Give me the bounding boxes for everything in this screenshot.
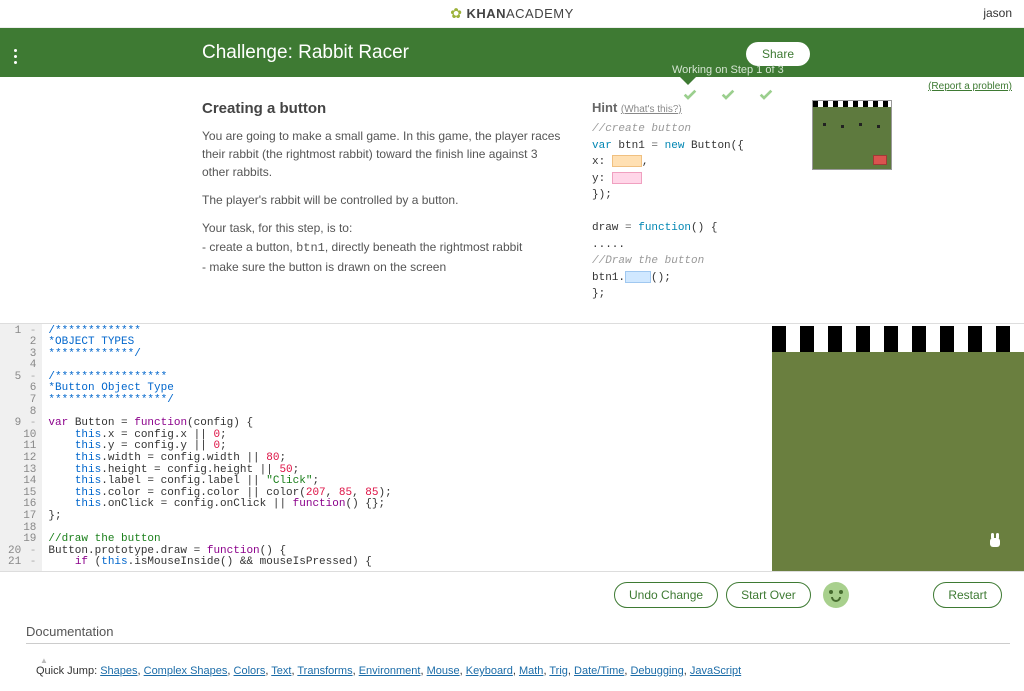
menu-dots-icon[interactable] — [14, 40, 32, 67]
rabbit-dot — [823, 123, 826, 126]
task-intro: Your task, for this step, is to: — [202, 219, 562, 238]
instructions-p1: You are going to make a small game. In t… — [202, 127, 562, 181]
code-content[interactable]: /**************OBJECT TYPES*************… — [42, 324, 772, 571]
top-bar: ✿ KHANACADEMY jason — [0, 0, 1024, 28]
line-gutter: 1 -2345 -6789 -1011121314151617181920 -2… — [0, 324, 42, 571]
rabbit-dot — [877, 125, 880, 128]
code-editor[interactable]: 1 -2345 -6789 -1011121314151617181920 -2… — [0, 324, 772, 571]
documentation-section: Documentation ▲ Quick Jump: Shapes, Comp… — [0, 624, 1024, 691]
quickjump-link[interactable]: Complex Shapes — [144, 665, 228, 677]
step-2[interactable] — [709, 81, 747, 107]
challenge-header: Challenge: Rabbit Racer Share Working on… — [0, 28, 1024, 77]
buddy-face-icon[interactable] — [823, 582, 849, 608]
quickjump-link[interactable]: Transforms — [297, 665, 352, 677]
challenge-title: Challenge: Rabbit Racer — [202, 42, 1010, 64]
step-1[interactable] — [671, 81, 709, 107]
quickjump-link[interactable]: Colors — [234, 665, 266, 677]
quickjump-link[interactable]: Date/Time — [574, 665, 624, 677]
logo-khan: KHAN — [466, 6, 506, 21]
quickjump-link[interactable]: JavaScript — [690, 665, 741, 677]
quickjump-label: Quick Jump: — [36, 665, 100, 677]
hint-code: //create button var btn1 = new Button({ … — [592, 121, 782, 303]
rabbit-dot — [841, 125, 844, 128]
task-1: - create a button, btn1, directly beneat… — [202, 238, 562, 258]
quickjump-link[interactable]: Debugging — [630, 665, 683, 677]
undo-change-button[interactable]: Undo Change — [614, 582, 718, 608]
triangle-icon: ▲ — [40, 656, 1010, 665]
hint-column: Hint (What's this?) //create button var … — [592, 100, 782, 303]
task-2: - make sure the button is drawn on the s… — [202, 258, 562, 277]
quickjump-link[interactable]: Mouse — [427, 665, 460, 677]
instructions-panel: Creating a button You are going to make … — [0, 92, 1024, 323]
checker-line-icon — [813, 101, 891, 107]
steps-progress: Working on Step 1 of 3 — [670, 64, 824, 108]
finish-line-icon — [772, 324, 1024, 352]
report-problem[interactable]: (Report a problem) — [0, 77, 1024, 92]
red-button-icon — [873, 155, 887, 165]
leaf-icon: ✿ — [450, 5, 462, 22]
documentation-title: Documentation — [26, 624, 1010, 644]
editor-area: 1 -2345 -6789 -1011121314151617181920 -2… — [0, 323, 1024, 572]
quickjump-link[interactable]: Shapes — [100, 665, 137, 677]
output-canvas[interactable] — [772, 324, 1024, 571]
start-over-button[interactable]: Start Over — [726, 582, 811, 608]
quick-jump: Quick Jump: Shapes, Complex Shapes, Colo… — [36, 665, 1010, 677]
restart-button[interactable]: Restart — [933, 582, 1002, 608]
blank-y[interactable] — [612, 172, 642, 184]
quickjump-link[interactable]: Environment — [359, 665, 421, 677]
instructions-p2: The player's rabbit will be controlled b… — [202, 191, 562, 209]
quickjump-link[interactable]: Keyboard — [466, 665, 513, 677]
instructions-heading: Creating a button — [202, 100, 562, 117]
action-row: Undo Change Start Over Restart — [0, 572, 1024, 618]
rabbit-icon — [990, 533, 1000, 547]
hint-title: Hint — [592, 100, 617, 115]
blank-x[interactable] — [612, 155, 642, 167]
quickjump-link[interactable]: Trig — [549, 665, 568, 677]
step-3[interactable] — [747, 81, 785, 107]
rabbit-dot — [859, 123, 862, 126]
preview-thumbnail — [812, 100, 892, 170]
quickjump-link[interactable]: Text — [271, 665, 291, 677]
quickjump-link[interactable]: Math — [519, 665, 543, 677]
steps-label: Working on Step 1 of 3 — [670, 64, 824, 76]
logo-academy: ACADEMY — [506, 6, 574, 21]
blank-method[interactable] — [625, 271, 651, 283]
task-list: Your task, for this step, is to: - creat… — [202, 219, 562, 278]
logo[interactable]: ✿ KHANACADEMY — [450, 5, 574, 22]
user-name[interactable]: jason — [983, 6, 1012, 20]
preview-thumbnail-wrap — [812, 100, 892, 303]
share-button[interactable]: Share — [746, 42, 810, 66]
